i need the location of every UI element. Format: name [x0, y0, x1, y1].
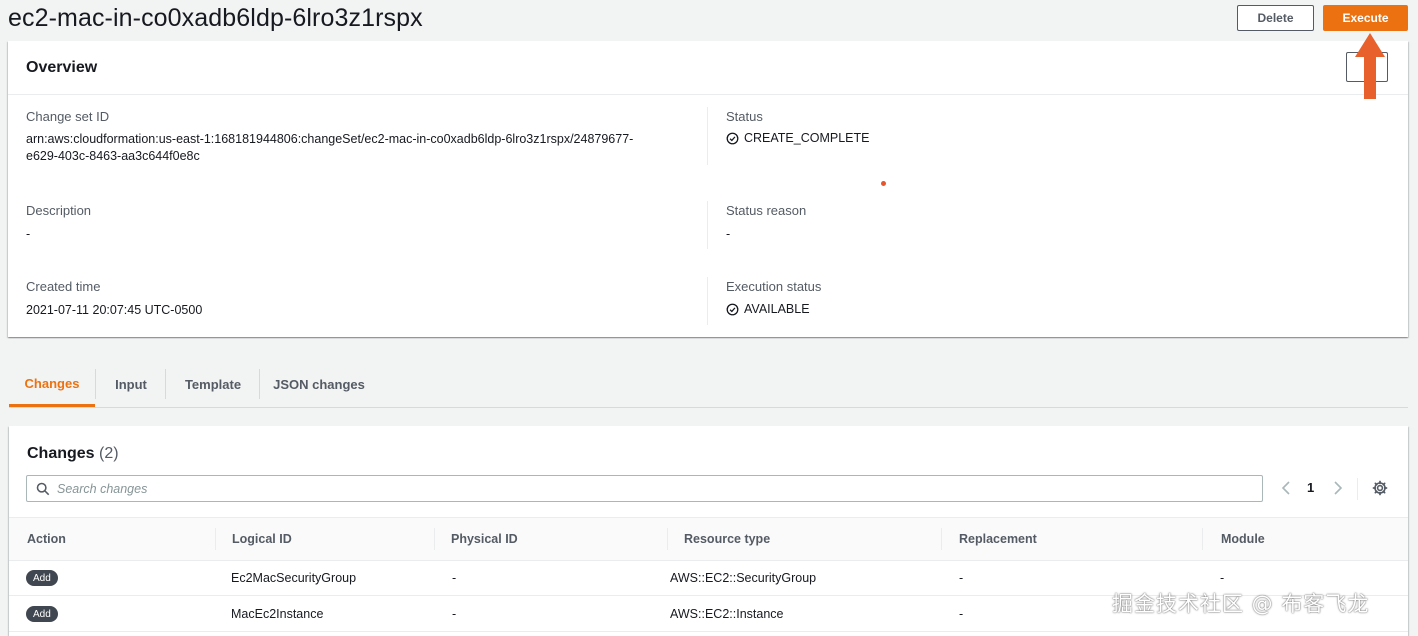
- status-value: CREATE_COMPLETE: [726, 131, 870, 145]
- created-time-label: Created time: [26, 279, 101, 294]
- pager-separator: [1357, 478, 1358, 500]
- change-set-id-value: arn:aws:cloudformation:us-east-1:1681819…: [26, 131, 633, 165]
- annotation-dot: [881, 181, 886, 186]
- tab-changes[interactable]: Changes: [9, 362, 95, 407]
- logical-id-cell: Ec2MacSecurityGroup: [231, 571, 357, 585]
- action-badge: Add: [26, 570, 58, 586]
- module-cell: -: [1220, 571, 1225, 585]
- changes-title: Changes (2): [27, 445, 119, 463]
- replacement-cell: -: [959, 607, 964, 621]
- watermark: 掘金技术社区 @ 布客飞龙: [1112, 592, 1370, 616]
- check-circle-icon: [726, 132, 739, 144]
- column-divider: [707, 201, 708, 249]
- column-divider: [707, 107, 708, 165]
- chevron-left-icon[interactable]: [1278, 478, 1294, 498]
- col-separator: [1202, 528, 1203, 550]
- changes-title-text: Changes: [27, 445, 95, 462]
- execute-button[interactable]: Execute: [1323, 5, 1408, 31]
- col-resource-type[interactable]: Resource type: [684, 532, 770, 546]
- col-physical-id[interactable]: Physical ID: [451, 532, 518, 546]
- description-value: -: [26, 227, 31, 241]
- col-action[interactable]: Action: [27, 532, 66, 546]
- physical-id-cell: -: [452, 607, 457, 621]
- description-label: Description: [26, 203, 92, 218]
- changes-count: (2): [99, 445, 119, 462]
- change-set-id-line-1: arn:aws:cloudformation:us-east-1:1681819…: [26, 132, 634, 146]
- change-set-id-line-2: e629-403c-8463-aa3c644f0e8c: [26, 149, 200, 163]
- status-reason-value: -: [726, 227, 731, 241]
- table-header: Action Logical ID Physical ID Resource t…: [9, 517, 1408, 561]
- gear-icon[interactable]: [1372, 480, 1388, 496]
- resource-type-cell: AWS::EC2::SecurityGroup: [670, 571, 817, 585]
- overview-panel: Overview Change set ID arn:aws:cloudform…: [8, 41, 1408, 337]
- tab-input[interactable]: Input: [96, 362, 166, 406]
- change-set-id-label: Change set ID: [26, 109, 110, 124]
- column-divider: [707, 277, 708, 325]
- check-circle-icon: [726, 303, 739, 315]
- col-logical-id[interactable]: Logical ID: [232, 532, 292, 546]
- col-module[interactable]: Module: [1221, 532, 1265, 546]
- page-number[interactable]: 1: [1307, 480, 1314, 495]
- col-replacement[interactable]: Replacement: [959, 532, 1037, 546]
- action-badge: Add: [26, 606, 58, 622]
- physical-id-cell: -: [452, 571, 457, 585]
- status-text: CREATE_COMPLETE: [744, 131, 870, 145]
- col-separator: [667, 528, 668, 550]
- search-input[interactable]: [57, 479, 1247, 498]
- page-title: ec2-mac-in-co0xadb6ldp-6lro3z1rspx: [8, 4, 423, 32]
- overview-title: Overview: [26, 59, 98, 76]
- arrow-up-icon: [1355, 33, 1385, 99]
- resource-type-cell: AWS::EC2::Instance: [670, 607, 784, 621]
- status-label: Status: [726, 109, 763, 124]
- col-separator: [215, 528, 216, 550]
- execution-status-label: Execution status: [726, 279, 822, 294]
- execution-status-value: AVAILABLE: [726, 302, 810, 316]
- page-header: ec2-mac-in-co0xadb6ldp-6lro3z1rspx Delet…: [0, 0, 1418, 40]
- overview-header: Overview: [8, 41, 1408, 95]
- tab-bar: Changes Input Template JSON changes: [9, 362, 1408, 408]
- execution-status-text: AVAILABLE: [744, 302, 810, 316]
- tab-json-changes[interactable]: JSON changes: [260, 362, 378, 406]
- chevron-right-icon[interactable]: [1330, 478, 1346, 498]
- col-separator: [434, 528, 435, 550]
- col-separator: [941, 528, 942, 550]
- search-icon: [36, 482, 50, 496]
- created-time-value: 2021-07-11 20:07:45 UTC-0500: [26, 303, 203, 317]
- replacement-cell: -: [959, 571, 964, 585]
- tab-template[interactable]: Template: [166, 362, 260, 406]
- search-box[interactable]: [26, 475, 1263, 502]
- logical-id-cell: MacEc2Instance: [231, 607, 324, 621]
- delete-button[interactable]: Delete: [1237, 5, 1314, 31]
- status-reason-label: Status reason: [726, 203, 807, 218]
